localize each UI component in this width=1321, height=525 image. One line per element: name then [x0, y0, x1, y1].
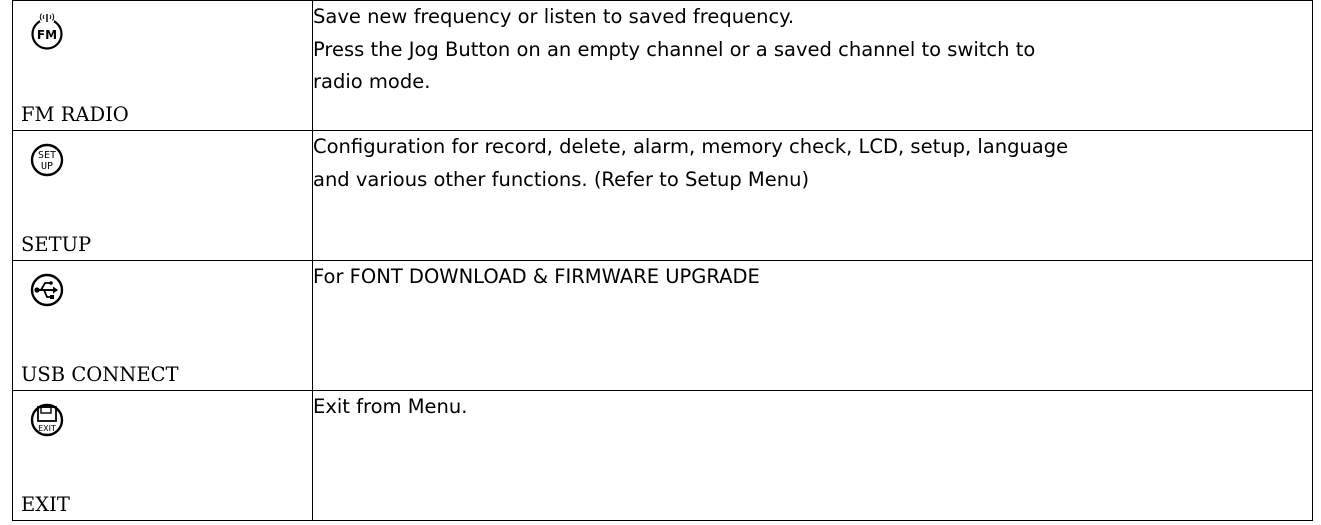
table-row-usb-connect: USB CONNECT For FONT DOWNLOAD & FIRMWARE…: [12, 260, 1313, 391]
fm-icon-text: FM: [37, 28, 57, 42]
usb-connect-icon: [27, 270, 67, 310]
description-line: radio mode.: [313, 70, 431, 93]
icon-cell-exit: EXIT EXIT: [12, 390, 313, 521]
description-cell-fm-radio: Save new frequency or listen to saved fr…: [312, 0, 1313, 131]
row-label-fm-radio: FM RADIO: [21, 103, 129, 126]
row-label-setup: SETUP: [21, 233, 92, 256]
description-line: For FONT DOWNLOAD & FIRMWARE UPGRADE: [313, 265, 760, 288]
setup-icon: SET UP: [27, 140, 67, 180]
description-line: and various other functions. (Refer to S…: [313, 167, 810, 191]
fm-radio-icon: FM: [27, 10, 67, 50]
exit-icon: EXIT: [27, 400, 67, 440]
icon-cell-fm-radio: FM FM RADIO: [12, 0, 313, 131]
table-row-fm-radio: FM FM RADIO Save new frequency or listen…: [12, 0, 1313, 131]
menu-function-table: FM FM RADIO Save new frequency or listen…: [12, 0, 1313, 521]
description-cell-setup: Configuration for record, delete, alarm,…: [312, 130, 1313, 261]
description-line: Exit from Menu.: [313, 395, 468, 418]
setup-icon-text-bottom: UP: [41, 161, 53, 172]
table-row-exit: EXIT EXIT Exit from Menu.: [12, 390, 1313, 521]
table-row-setup: SET UP SETUP Configuration for record, d…: [12, 130, 1313, 261]
description-line: Save new frequency or listen to saved fr…: [313, 5, 795, 28]
setup-icon-text-top: SET: [38, 150, 56, 161]
icon-cell-usb-connect: USB CONNECT: [12, 260, 313, 391]
row-label-usb-connect: USB CONNECT: [21, 363, 179, 386]
description-cell-exit: Exit from Menu.: [312, 390, 1313, 521]
description-line: Configuration for record, delete, alarm,…: [313, 135, 1069, 158]
description-cell-usb-connect: For FONT DOWNLOAD & FIRMWARE UPGRADE: [312, 260, 1313, 391]
description-line: Press the Jog Button on an empty channel…: [313, 37, 1036, 61]
exit-icon-text: EXIT: [38, 424, 56, 433]
row-label-exit: EXIT: [21, 493, 70, 516]
icon-cell-setup: SET UP SETUP: [12, 130, 313, 261]
